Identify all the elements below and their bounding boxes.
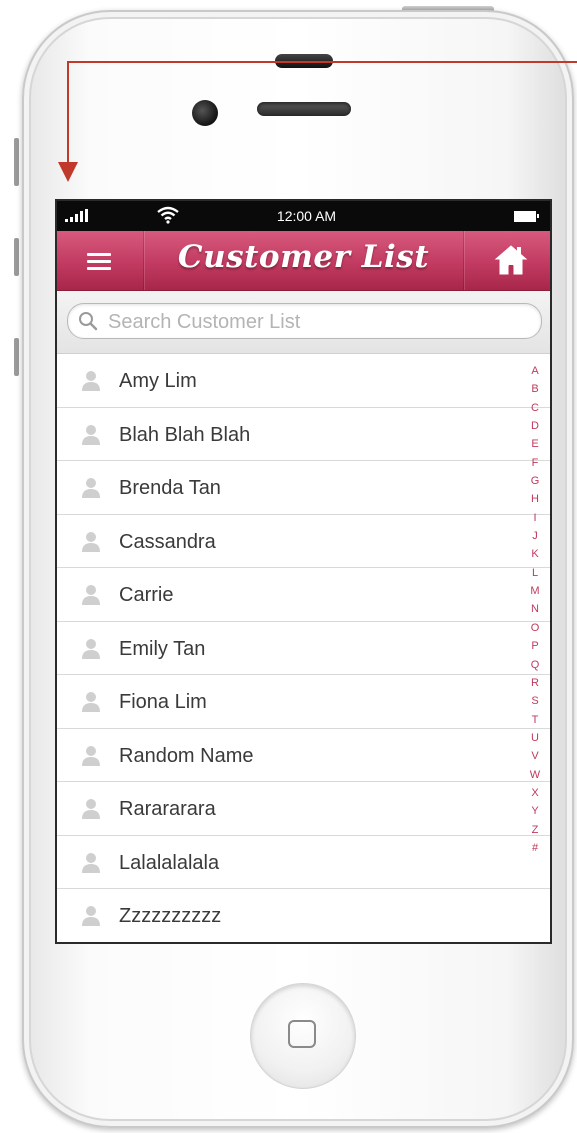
index-letter[interactable]: G <box>531 472 540 490</box>
index-letter[interactable]: V <box>531 747 538 765</box>
person-icon <box>82 585 100 605</box>
menu-icon <box>87 253 111 274</box>
index-letter[interactable]: A <box>531 362 538 380</box>
person-icon <box>82 638 100 659</box>
list-item[interactable]: Brenda Tan <box>57 461 550 515</box>
person-icon <box>82 371 100 391</box>
index-letter[interactable]: N <box>531 600 539 618</box>
customer-name: Carrie <box>119 584 174 606</box>
index-letter[interactable]: J <box>532 527 538 545</box>
search-bar <box>57 291 550 354</box>
index-letter[interactable]: Y <box>531 802 538 820</box>
home-square-icon <box>288 1020 316 1048</box>
home-icon <box>494 245 528 275</box>
list-item[interactable]: Cassandra <box>57 514 550 568</box>
index-letter[interactable]: R <box>531 674 539 692</box>
volume-up-button <box>14 238 19 276</box>
person-icon <box>82 692 100 712</box>
device-mockup: 12:00 AM Customer List Search Customer L… <box>0 0 577 1133</box>
status-time: 12:00 AM <box>276 208 337 224</box>
customer-name: Rarararara <box>119 798 216 820</box>
search-icon <box>79 312 98 331</box>
annotation-line <box>67 61 577 63</box>
customer-name: Blah Blah Blah <box>119 423 251 446</box>
customer-list: Amy Lim Blah Blah Blah Brenda Tan Cassandra… <box>57 354 550 942</box>
customer-name: Emily Tan <box>119 637 206 660</box>
index-letter[interactable]: Z <box>532 821 539 839</box>
search-input[interactable] <box>106 308 527 336</box>
index-letter[interactable]: # <box>532 839 538 857</box>
list-item[interactable]: Fiona Lim <box>57 675 550 729</box>
index-letter[interactable]: X <box>531 784 538 802</box>
list-item[interactable]: Zzzzzzzzzz <box>57 889 550 942</box>
annotation-line-vertical <box>67 61 69 175</box>
list-item[interactable]: Emily Tan <box>57 621 550 675</box>
index-letter[interactable]: F <box>532 454 539 472</box>
annotation-arrow-icon <box>58 162 78 182</box>
list-item[interactable]: Lalalalalala <box>57 835 550 889</box>
customer-name: Lalalalalala <box>119 851 220 874</box>
index-letter[interactable]: P <box>531 637 538 655</box>
person-icon <box>82 852 100 873</box>
index-letter[interactable]: T <box>532 711 539 729</box>
customer-name: Amy Lim <box>119 370 197 392</box>
mute-switch <box>14 138 19 186</box>
alphabet-index[interactable]: A B C D E F G H I J K L M N O P Q R S T U V W X Y Z # <box>524 362 546 857</box>
index-letter[interactable]: K <box>531 545 538 563</box>
search-field[interactable] <box>67 303 542 339</box>
list-item[interactable]: Random Name <box>57 728 550 782</box>
hardware-home-button <box>250 983 356 1089</box>
index-letter[interactable]: O <box>531 619 540 637</box>
index-letter[interactable]: Q <box>531 656 540 674</box>
list-item[interactable]: Amy Lim <box>57 354 550 408</box>
index-letter[interactable]: C <box>531 399 539 417</box>
index-letter[interactable]: L <box>532 564 538 582</box>
front-camera <box>192 100 218 126</box>
navigation-bar: Customer List <box>57 231 550 291</box>
index-letter[interactable]: W <box>530 766 540 784</box>
list-item[interactable]: Blah Blah Blah <box>57 407 550 461</box>
status-bar: 12:00 AM <box>57 201 550 231</box>
customer-name: Brenda Tan <box>119 477 221 499</box>
person-icon <box>82 478 100 498</box>
home-button[interactable] <box>464 231 550 290</box>
index-letter[interactable]: M <box>530 582 539 600</box>
customer-name: Fiona Lim <box>119 691 207 713</box>
index-letter[interactable]: S <box>531 692 538 710</box>
battery-icon <box>514 211 539 222</box>
list-item[interactable]: Carrie <box>57 568 550 622</box>
customer-name: Random Name <box>119 744 254 767</box>
customer-name: Zzzzzzzzzz <box>119 905 222 927</box>
menu-button[interactable] <box>57 231 143 290</box>
volume-down-button <box>14 338 19 376</box>
person-icon <box>82 799 100 819</box>
person-icon <box>82 424 100 445</box>
index-letter[interactable]: B <box>531 380 538 398</box>
speaker-grille <box>257 102 351 116</box>
index-letter[interactable]: U <box>531 729 539 747</box>
list-item[interactable]: Rarararara <box>57 782 550 836</box>
person-icon <box>82 531 100 552</box>
index-letter[interactable]: E <box>531 435 538 453</box>
index-letter[interactable]: H <box>531 490 539 508</box>
person-icon <box>82 745 100 766</box>
index-letter[interactable]: D <box>531 417 539 435</box>
index-letter[interactable]: I <box>533 509 536 527</box>
page-title: Customer List <box>177 239 430 275</box>
phone-screen: 12:00 AM Customer List Search Customer L… <box>55 199 552 944</box>
person-icon <box>82 906 100 926</box>
customer-name: Cassandra <box>119 530 216 553</box>
